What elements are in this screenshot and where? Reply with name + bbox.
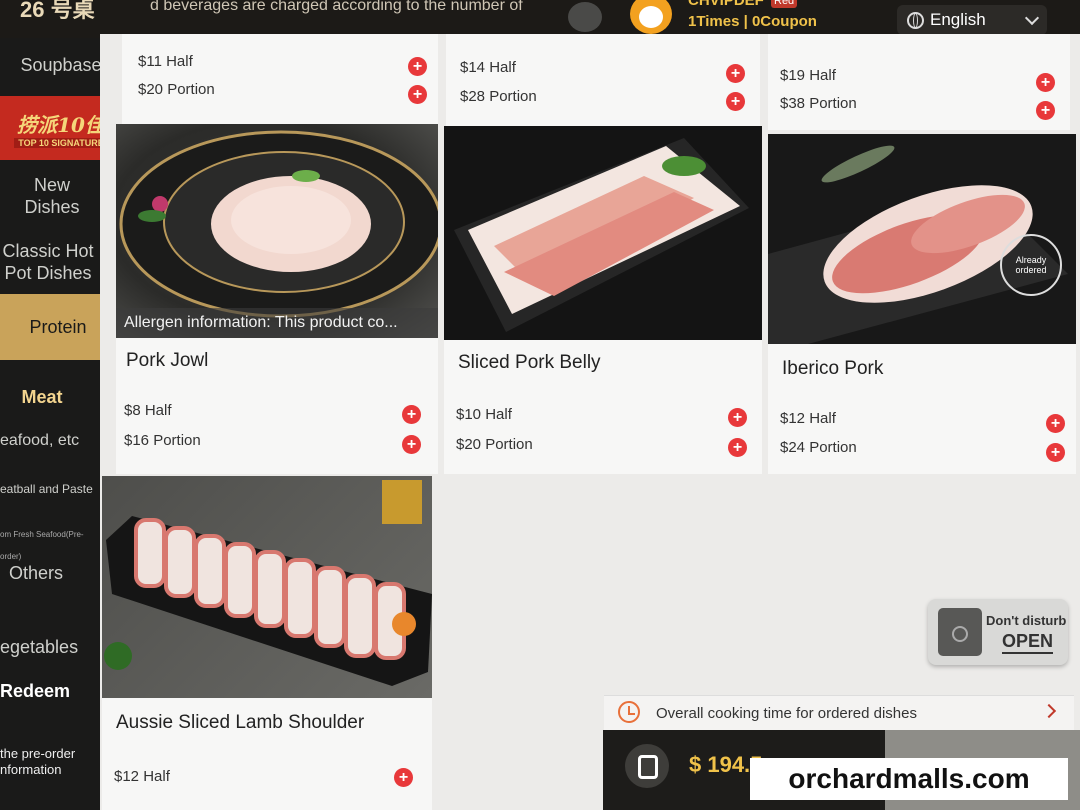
sidebar-item-vegetables[interactable]: egetables: [0, 636, 90, 658]
add-half-button[interactable]: +: [394, 768, 413, 787]
add-half-button[interactable]: +: [1046, 414, 1065, 433]
dish-photo[interactable]: Already ordered: [768, 134, 1076, 344]
order-icon[interactable]: [625, 744, 669, 788]
chevron-down-icon: [1024, 10, 1040, 25]
portion-price: $20 Portion: [138, 81, 215, 98]
panda-icon: [639, 6, 663, 28]
portion-price: $20 Portion: [456, 436, 533, 453]
add-portion-button[interactable]: +: [728, 438, 747, 457]
scroll-handle[interactable]: [568, 2, 602, 32]
signature-subtitle: TOP 10 SIGNATURE: [14, 137, 108, 148]
add-portion-button[interactable]: +: [402, 435, 421, 454]
half-price: $12 Half: [780, 410, 836, 427]
chevron-right-icon: [1041, 703, 1057, 719]
signature-title: 捞派10佳: [17, 112, 105, 137]
table-number: 26 号桌: [20, 0, 95, 22]
add-portion-button[interactable]: +: [1036, 101, 1055, 120]
pork-jowl-image: [119, 130, 438, 318]
dont-disturb-label: Don't disturb: [986, 613, 1067, 628]
sidebar-item-seafood[interactable]: eafood, etc: [0, 430, 94, 452]
sidebar-item-protein[interactable]: Protein: [0, 294, 116, 360]
pork-belly-image: [454, 138, 749, 332]
language-select[interactable]: English: [897, 5, 1047, 35]
dish-card-iberico-pork[interactable]: Already ordered Iberico Pork $12 Half + …: [768, 134, 1076, 474]
dish-card-aussie-lamb-shoulder[interactable]: Aussie Sliced Lamb Shoulder $12 Half +: [102, 476, 432, 810]
vip-badge: Red: [771, 0, 798, 8]
cooking-time-bar[interactable]: Overall cooking time for ordered dishes: [604, 695, 1074, 730]
half-price: $12 Half: [114, 768, 170, 785]
dish-card-top-2[interactable]: $14 Half + $28 Portion +: [446, 34, 760, 126]
portion-price: $24 Portion: [780, 439, 857, 456]
sidebar-item-new-dishes[interactable]: New Dishes: [0, 174, 104, 218]
half-price: $19 Half: [780, 67, 836, 84]
dish-card-pork-jowl[interactable]: Allergen information: This product co...…: [116, 124, 438, 474]
language-label: English: [930, 10, 986, 29]
globe-icon: [907, 11, 924, 29]
notice-text: d beverages are charged according to the…: [150, 0, 523, 14]
user-stats[interactable]: 1Times | 0Coupon: [688, 13, 817, 30]
portion-price: $16 Portion: [124, 432, 201, 449]
add-half-button[interactable]: +: [726, 64, 745, 83]
dish-photo[interactable]: [102, 476, 432, 698]
portion-price: $38 Portion: [780, 95, 857, 112]
avatar[interactable]: [630, 0, 672, 34]
dish-grid: $11 Half + $20 Portion + $14 Half + $28 …: [100, 34, 1080, 810]
add-portion-button[interactable]: +: [408, 85, 427, 104]
sidebar-item-others[interactable]: Others: [0, 562, 72, 584]
dish-name: Pork Jowl: [126, 350, 209, 371]
allergen-info[interactable]: Allergen information: This product co...: [116, 308, 438, 338]
add-half-button[interactable]: +: [402, 405, 421, 424]
dish-card-sliced-pork-belly[interactable]: Sliced Pork Belly $10 Half + $20 Portion…: [444, 126, 762, 474]
dish-name: Iberico Pork: [782, 358, 884, 379]
sidebar-item-meat[interactable]: Meat: [0, 386, 84, 408]
add-portion-button[interactable]: +: [1046, 443, 1065, 462]
dont-disturb-state: OPEN: [1002, 631, 1054, 654]
dish-photo[interactable]: Allergen information: This product co...: [116, 124, 438, 338]
bell-icon: [938, 608, 982, 656]
dish-name: Aussie Sliced Lamb Shoulder: [116, 712, 365, 733]
pre-order-info-link[interactable]: the pre-order nformation: [0, 746, 98, 778]
sidebar-item-meatball[interactable]: eatball and Paste: [0, 478, 100, 500]
dish-card-top-3[interactable]: $19 Half + $38 Portion +: [768, 34, 1070, 130]
clock-icon: [618, 701, 640, 723]
add-portion-button[interactable]: +: [726, 92, 745, 111]
add-half-button[interactable]: +: [1036, 73, 1055, 92]
lamb-shoulder-image: [104, 480, 432, 686]
dont-disturb-button[interactable]: Don't disturb OPEN: [928, 599, 1068, 665]
add-half-button[interactable]: +: [408, 57, 427, 76]
top-bar: 26 号桌 d beverages are charged according …: [0, 0, 1080, 38]
watermark: orchardmalls.com: [750, 758, 1068, 800]
half-price: $14 Half: [460, 59, 516, 76]
half-price: $11 Half: [138, 53, 193, 70]
sidebar-item-classic-hot-pot[interactable]: Classic Hot Pot Dishes: [0, 240, 98, 284]
sidebar-item-redeem[interactable]: Redeem: [0, 680, 80, 702]
dish-name: Sliced Pork Belly: [458, 352, 601, 373]
cooking-time-label: Overall cooking time for ordered dishes: [656, 705, 917, 722]
dish-card-top-1[interactable]: $11 Half + $20 Portion +: [122, 34, 438, 124]
portion-price: $28 Portion: [460, 88, 537, 105]
add-half-button[interactable]: +: [728, 408, 747, 427]
dish-photo[interactable]: [444, 126, 762, 340]
already-ordered-stamp: Already ordered: [1000, 234, 1062, 296]
half-price: $8 Half: [124, 402, 172, 419]
half-price: $10 Half: [456, 406, 512, 423]
user-name: CHVIPDEF: [688, 0, 764, 9]
